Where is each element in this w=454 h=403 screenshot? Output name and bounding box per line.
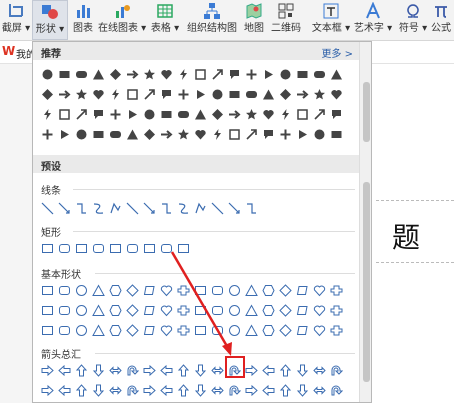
- annotation-arrow: [170, 251, 232, 356]
